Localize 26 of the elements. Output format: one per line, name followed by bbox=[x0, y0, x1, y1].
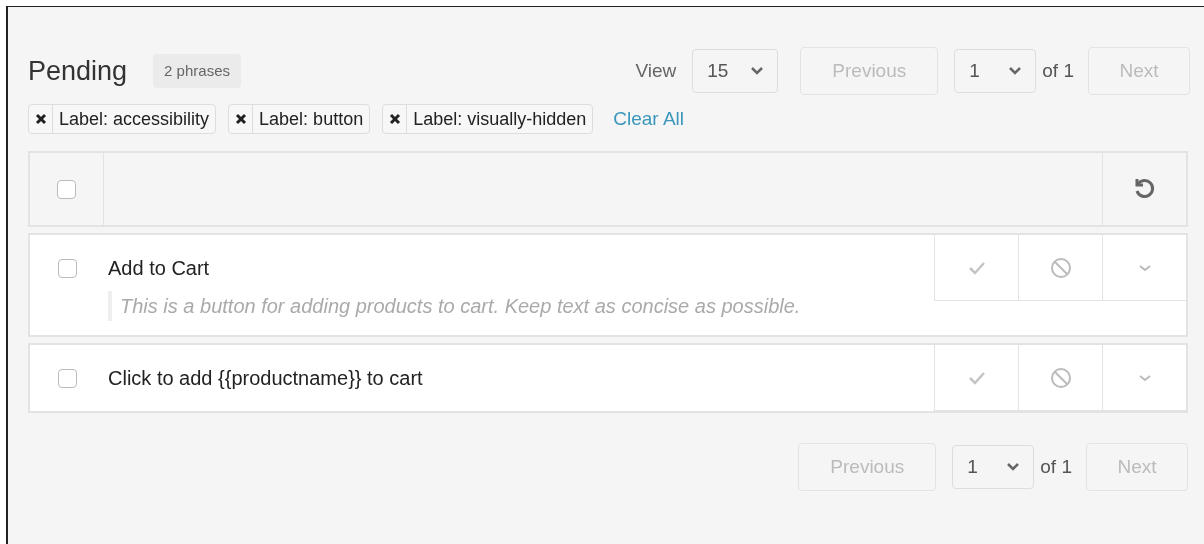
page-count-label: of 1 bbox=[1040, 454, 1072, 479]
filter-tag: Label: accessibility bbox=[28, 104, 217, 134]
page-count-label: of 1 bbox=[1042, 58, 1074, 83]
chevron-down-icon bbox=[751, 67, 764, 75]
page-select[interactable]: 1 bbox=[952, 445, 1035, 489]
chevron-down-icon bbox=[1007, 463, 1020, 471]
filter-tag: Label: visually-hidden bbox=[382, 104, 594, 134]
phrase-count-badge: 2 phrases bbox=[153, 53, 241, 89]
block-icon[interactable] bbox=[1048, 365, 1073, 390]
phrase-text: Click to add {{productname}} to cart bbox=[108, 366, 423, 391]
phrase-text: Add to Cart bbox=[108, 256, 210, 281]
page-select[interactable]: 1 bbox=[954, 49, 1037, 93]
checkbox[interactable] bbox=[57, 179, 76, 199]
chevron-down-icon bbox=[1009, 67, 1022, 75]
close-icon[interactable] bbox=[34, 113, 47, 125]
clear-all-link[interactable]: Clear All bbox=[613, 104, 685, 134]
phrase-note: This is a button for adding products to cart. Keep text as concise as possible. bbox=[120, 295, 801, 317]
checkbox[interactable] bbox=[57, 368, 77, 388]
view-label: View bbox=[635, 58, 677, 83]
filter-tag: Label: button bbox=[228, 104, 371, 134]
block-icon[interactable] bbox=[1048, 255, 1073, 280]
close-icon[interactable] bbox=[234, 113, 247, 125]
checkbox[interactable] bbox=[57, 258, 77, 278]
close-icon[interactable] bbox=[388, 113, 401, 125]
page-size-select[interactable]: 15 bbox=[692, 49, 779, 93]
page-title: Pending bbox=[28, 54, 128, 88]
